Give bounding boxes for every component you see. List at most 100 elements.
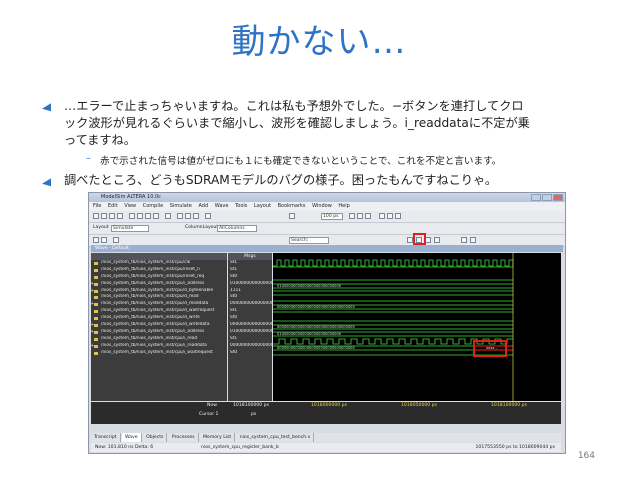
- menu-help[interactable]: Help: [338, 203, 349, 209]
- signal-value: St1: [230, 260, 238, 265]
- copy-icon[interactable]: [137, 213, 143, 219]
- signal-row[interactable]: /nios_system_tb/nios_system_inst/cpu/d_w…: [91, 315, 227, 322]
- signal-value: St1: [230, 266, 238, 272]
- menu-wave[interactable]: Wave: [215, 203, 229, 209]
- layout-select[interactable]: Simulate: [111, 225, 149, 232]
- sub-bullet-dash: –: [86, 153, 91, 164]
- signal-row[interactable]: +/nios_system_tb/nios_system_inst/cpu/d_…: [91, 301, 227, 308]
- minimize-button[interactable]: [531, 194, 541, 201]
- paste-icon[interactable]: [145, 213, 151, 219]
- signal-icon: [94, 310, 98, 314]
- menu-add[interactable]: Add: [198, 203, 208, 209]
- tab-transcript[interactable]: Transcript: [91, 433, 121, 442]
- signal-row[interactable]: +/nios_system_tb/nios_system_inst/cpu/d_…: [91, 288, 227, 295]
- close-button[interactable]: [553, 194, 563, 201]
- bus-icon: [94, 324, 98, 328]
- time-bar: Now 1018100000 ps Cursor 1 ps 1018000000…: [91, 402, 561, 424]
- menu-file[interactable]: File: [93, 203, 101, 209]
- signal-row[interactable]: /nios_system_tb/nios_system_inst/cpu/res…: [91, 274, 227, 281]
- wave-tool-icon[interactable]: [93, 237, 99, 243]
- save-icon[interactable]: [109, 213, 115, 219]
- bullet-arrow-icon: [42, 103, 51, 113]
- toolbar-main: 100 ps: [89, 211, 565, 223]
- now-label: Now: [207, 403, 218, 408]
- stop-icon[interactable]: [395, 213, 401, 219]
- menu-compile[interactable]: Compile: [143, 203, 163, 209]
- signal-list: /nios_system_tb/nios_system_inst/cpu/clk…: [91, 253, 227, 401]
- menu-view[interactable]: View: [124, 203, 136, 209]
- wave-window-header: Wave - Default: [91, 245, 563, 252]
- tab-source-file[interactable]: nios_system_cpu_test_bench.v: [237, 433, 315, 442]
- tab-wave[interactable]: Wave: [122, 433, 142, 442]
- step-over-icon[interactable]: [387, 213, 393, 219]
- find-icon[interactable]: [165, 213, 171, 219]
- signal-row[interactable]: /nios_system_tb/nios_system_inst/cpu/d_w…: [91, 308, 227, 315]
- bullet-2: 調べたところ、どうもSDRAMモデルのバグの様子。困ったもんですねこりゃ。: [64, 173, 498, 187]
- wave-tool-icon[interactable]: [113, 237, 119, 243]
- timeline-tick: 1018050000 ps: [401, 403, 437, 408]
- signal-value: St0: [230, 294, 238, 300]
- menu-edit[interactable]: Edit: [108, 203, 118, 209]
- waveform-pane[interactable]: 0100000000000000000000000000 00000000000…: [273, 253, 561, 401]
- signal-value: St1: [230, 308, 238, 314]
- signal-value: 0000000000000000...: [230, 301, 272, 307]
- new-file-icon[interactable]: [93, 213, 99, 219]
- signal-row[interactable]: /nios_system_tb/nios_system_inst/cpu/clk: [91, 260, 227, 267]
- signal-value: St0: [230, 315, 238, 321]
- run-all-icon[interactable]: [365, 213, 371, 219]
- signal-icon: [94, 351, 98, 355]
- timeline-tick: 1018100000 ps: [491, 403, 527, 408]
- signal-row[interactable]: +/nios_system_tb/nios_system_inst/cpu/i_…: [91, 343, 227, 350]
- undo-icon[interactable]: [153, 213, 159, 219]
- cut-icon[interactable]: [129, 213, 135, 219]
- signal-row[interactable]: +/nios_system_tb/nios_system_inst/cpu/i_…: [91, 281, 227, 288]
- tab-processes[interactable]: Processes: [169, 433, 199, 442]
- waveform-canvas: 0100000000000000000000000000 00000000000…: [273, 253, 514, 401]
- run-length-input[interactable]: 100 ps: [321, 213, 343, 220]
- break-icon[interactable]: [205, 213, 211, 219]
- menu-layout[interactable]: Layout: [254, 203, 271, 209]
- print-icon[interactable]: [117, 213, 123, 219]
- bus-icon: [94, 289, 98, 293]
- window-title: ModelSim ALTERA 10.0c: [101, 194, 161, 200]
- tab-memory-list[interactable]: Memory List: [200, 433, 236, 442]
- simulate-icon[interactable]: [193, 213, 199, 219]
- compile-all-icon[interactable]: [185, 213, 191, 219]
- cursor-label[interactable]: Cursor 1: [199, 412, 218, 417]
- menu-tools[interactable]: Tools: [235, 203, 247, 209]
- wave-tool-icon[interactable]: [470, 237, 476, 243]
- step-icon[interactable]: [379, 213, 385, 219]
- wave-tool-icon[interactable]: [461, 237, 467, 243]
- run-icon[interactable]: [349, 213, 355, 219]
- toolbar-layout: Layout Simulate ColumnLayout AllColumns: [89, 223, 565, 235]
- tab-objects[interactable]: Objects: [143, 433, 168, 442]
- maximize-button[interactable]: [542, 194, 552, 201]
- signal-row[interactable]: +/nios_system_tb/nios_system_inst/cpu/d_…: [91, 322, 227, 329]
- sub-bullet: 赤で示された信号は値がゼロにも１にも確定できないということで、これを不定と言いま…: [100, 156, 502, 167]
- bus-icon: [94, 330, 98, 334]
- continue-icon[interactable]: [357, 213, 363, 219]
- highlight-zoom-out-box: [413, 233, 426, 245]
- menu-bar: File Edit View Compile Simulate Add Wave…: [89, 202, 565, 211]
- restart-icon[interactable]: [289, 213, 295, 219]
- bullet-arrow-icon: [42, 178, 51, 188]
- open-icon[interactable]: [101, 213, 107, 219]
- column-layout-select[interactable]: AllColumns: [217, 225, 257, 232]
- signal-row[interactable]: /nios_system_tb/nios_system_inst/cpu/d_r…: [91, 294, 227, 301]
- menu-simulate[interactable]: Simulate: [170, 203, 192, 209]
- menu-bookmarks[interactable]: Bookmarks: [278, 203, 306, 209]
- signal-row[interactable]: /nios_system_tb/nios_system_inst/cpu/i_r…: [91, 336, 227, 343]
- bus-value-text: 0000000000000000000000000000000000: [277, 325, 355, 329]
- compile-icon[interactable]: [177, 213, 183, 219]
- zoom-cursor-icon[interactable]: [434, 237, 440, 243]
- bullet-1-line-2: ック波形が見れるぐらいまで縮小し、波形を確認しましょう。i_readdataに不…: [64, 116, 530, 130]
- signal-row[interactable]: /nios_system_tb/nios_system_inst/cpu/res…: [91, 267, 227, 274]
- wave-tool-icon[interactable]: [101, 237, 107, 243]
- search-input[interactable]: Search:: [289, 237, 329, 244]
- signal-row[interactable]: +/nios_system_tb/nios_system_inst/cpu/i_…: [91, 329, 227, 336]
- signal-icon: [94, 337, 98, 341]
- menu-window[interactable]: Window: [312, 203, 332, 209]
- bus-icon: [94, 344, 98, 348]
- signal-row[interactable]: /nios_system_tb/nios_system_inst/cpu/i_w…: [91, 350, 227, 357]
- layout-label: Layout: [93, 225, 109, 230]
